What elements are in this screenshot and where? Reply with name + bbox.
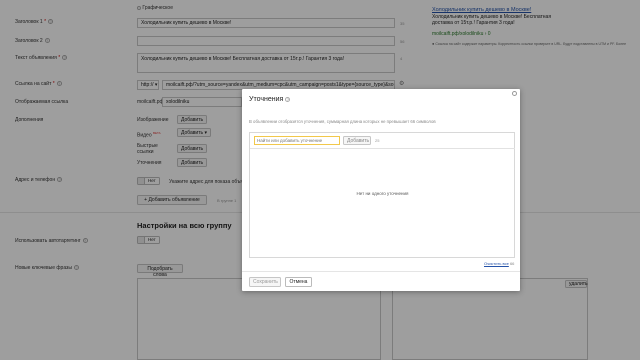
save-button[interactable]: Сохранить [249,277,281,287]
clear-all-label: Очистить все [484,261,509,266]
modal-footer-divider [242,271,520,272]
clear-count: 66 [509,261,515,266]
help-icon[interactable]: ? [285,96,291,102]
callouts-search-bar: Добавить 25 [250,133,515,149]
callouts-panel: Добавить 25 Нет ни одного уточнения [249,132,515,258]
modal-description: В объявлении отобразятся уточнения, сумм… [249,119,436,124]
cancel-button[interactable]: Отмена [285,277,312,287]
clear-all-link[interactable]: Очистить все 66 [484,261,514,266]
close-icon[interactable] [512,91,517,96]
callouts-modal: Уточнения? В объявлении отобразятся уточ… [242,89,520,291]
empty-state-text: Нет ни одного уточнения [356,191,409,196]
callout-counter: 25 [375,138,380,143]
add-callout-button[interactable]: Добавить [343,136,371,145]
callout-search-input[interactable] [254,136,340,145]
modal-title: Уточнения? [249,96,291,103]
